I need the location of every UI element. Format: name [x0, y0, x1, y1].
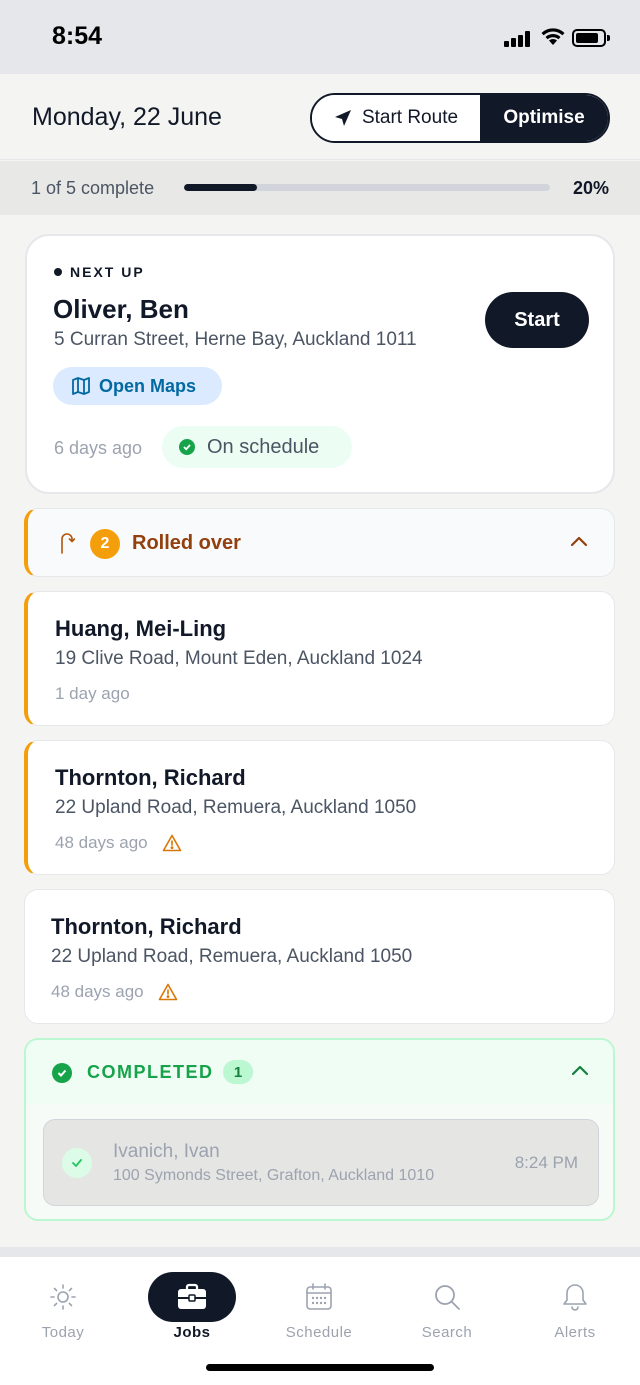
job-age: 48 days ago	[51, 982, 144, 1001]
progress-row: 1 of 5 complete 20%	[0, 161, 640, 215]
start-job-label: Start	[514, 308, 560, 331]
next-up-client-name: Oliver, Ben	[53, 294, 189, 324]
home-indicator	[206, 1364, 434, 1371]
tab-schedule[interactable]: Schedule	[269, 1271, 369, 1341]
progress-bar	[184, 184, 550, 191]
rolled-over-count-badge: 2	[90, 529, 120, 559]
rolled-over-label: Rolled over	[132, 532, 241, 554]
completed-job-address: 100 Symonds Street, Grafton, Auckland 10…	[113, 1167, 435, 1184]
status-bar: 8:54	[0, 0, 640, 74]
job-card[interactable]: Huang, Mei-Ling 19 Clive Road, Mount Ede…	[24, 591, 615, 726]
tab-alerts[interactable]: Alerts	[525, 1271, 625, 1341]
job-client-name: Huang, Mei-Ling	[55, 616, 227, 641]
briefcase-icon	[178, 1283, 206, 1309]
chevron-up-icon	[570, 536, 588, 547]
warning-icon	[162, 834, 181, 852]
next-up-heading: NEXT UP	[54, 264, 145, 280]
job-age: 1 day ago	[55, 684, 130, 703]
cellular-signal-icon	[504, 31, 534, 47]
tab-search-label: Search	[421, 1324, 473, 1341]
next-up-card[interactable]: NEXT UP Oliver, Ben 5 Curran Street, Her…	[25, 234, 615, 494]
optimise-label: Optimise	[503, 107, 585, 128]
completed-count-badge: 1	[223, 1060, 253, 1084]
job-age-row: 1 day ago	[55, 684, 130, 704]
completed-section-header[interactable]: COMPLETED 1	[26, 1040, 613, 1104]
next-up-label: NEXT UP	[70, 264, 145, 280]
completed-job-time: 8:24 PM	[514, 1153, 578, 1172]
header: Monday, 22 June Start Route Optimise	[0, 74, 640, 160]
completed-section: COMPLETED 1 Ivanich, Ivan 100 Symonds St…	[24, 1038, 615, 1221]
navigation-arrow-icon	[334, 110, 351, 126]
schedule-status-badge: On schedule	[162, 426, 352, 468]
search-icon	[435, 1285, 460, 1310]
bell-icon	[563, 1284, 587, 1311]
job-card[interactable]: Thornton, Richard 22 Upland Road, Remuer…	[24, 889, 615, 1024]
job-age-row: 48 days ago	[51, 982, 178, 1002]
tab-alerts-label: Alerts	[554, 1324, 596, 1341]
warning-icon	[158, 983, 177, 1001]
calendar-icon	[306, 1283, 332, 1310]
rolled-over-section-header[interactable]: 2 Rolled over	[24, 508, 615, 577]
job-client-name: Thornton, Richard	[51, 914, 242, 939]
start-route-button[interactable]: Start Route	[312, 95, 480, 141]
check-icon	[62, 1148, 92, 1178]
check-circle-icon	[52, 1063, 72, 1083]
start-route-label: Start Route	[361, 107, 459, 128]
job-card[interactable]: Thornton, Richard 22 Upland Road, Remuer…	[24, 740, 615, 875]
progress-label: 1 of 5 complete	[31, 178, 155, 198]
job-address: 19 Clive Road, Mount Eden, Auckland 1024	[55, 648, 423, 669]
next-up-age: 6 days ago	[54, 438, 143, 458]
job-address: 22 Upland Road, Remuera, Auckland 1050	[55, 797, 417, 818]
page-title-date: Monday, 22 June	[32, 103, 222, 131]
wifi-icon	[541, 28, 565, 45]
open-maps-label: Open Maps	[99, 375, 197, 396]
completed-job-name: Ivanich, Ivan	[113, 1141, 220, 1162]
optimise-button[interactable]: Optimise	[480, 95, 608, 141]
job-address: 22 Upland Road, Remuera, Auckland 1050	[51, 946, 413, 967]
tab-search[interactable]: Search	[397, 1271, 497, 1341]
status-time: 8:54	[52, 22, 103, 50]
next-up-address: 5 Curran Street, Herne Bay, Auckland 101…	[54, 329, 417, 350]
map-icon	[72, 377, 90, 395]
tab-jobs-active-pill	[148, 1272, 236, 1322]
open-maps-button[interactable]: Open Maps	[53, 367, 222, 405]
battery-icon	[572, 29, 610, 47]
progress-percent: 20%	[572, 178, 609, 198]
completed-label: COMPLETED	[87, 1062, 214, 1082]
tab-schedule-label: Schedule	[285, 1324, 353, 1341]
tab-jobs-label: Jobs	[173, 1324, 211, 1341]
schedule-status-label: On schedule	[207, 435, 320, 458]
tab-jobs[interactable]: Jobs	[142, 1271, 242, 1341]
sun-icon	[50, 1284, 76, 1310]
completed-job-row[interactable]: Ivanich, Ivan 100 Symonds Street, Grafto…	[43, 1119, 599, 1206]
start-job-button[interactable]: Start	[485, 292, 589, 348]
progress-bar-fill	[184, 184, 258, 191]
chevron-up-icon	[571, 1065, 589, 1076]
tab-today-label: Today	[41, 1324, 85, 1341]
job-age: 48 days ago	[55, 833, 148, 852]
route-action-group: Start Route Optimise	[310, 93, 610, 143]
job-client-name: Thornton, Richard	[55, 765, 246, 790]
rollover-arrow-icon	[61, 533, 75, 554]
check-circle-icon	[179, 439, 195, 455]
job-age-row: 48 days ago	[55, 833, 182, 853]
tab-today[interactable]: Today	[13, 1271, 113, 1341]
next-up-dot-icon	[54, 268, 62, 276]
